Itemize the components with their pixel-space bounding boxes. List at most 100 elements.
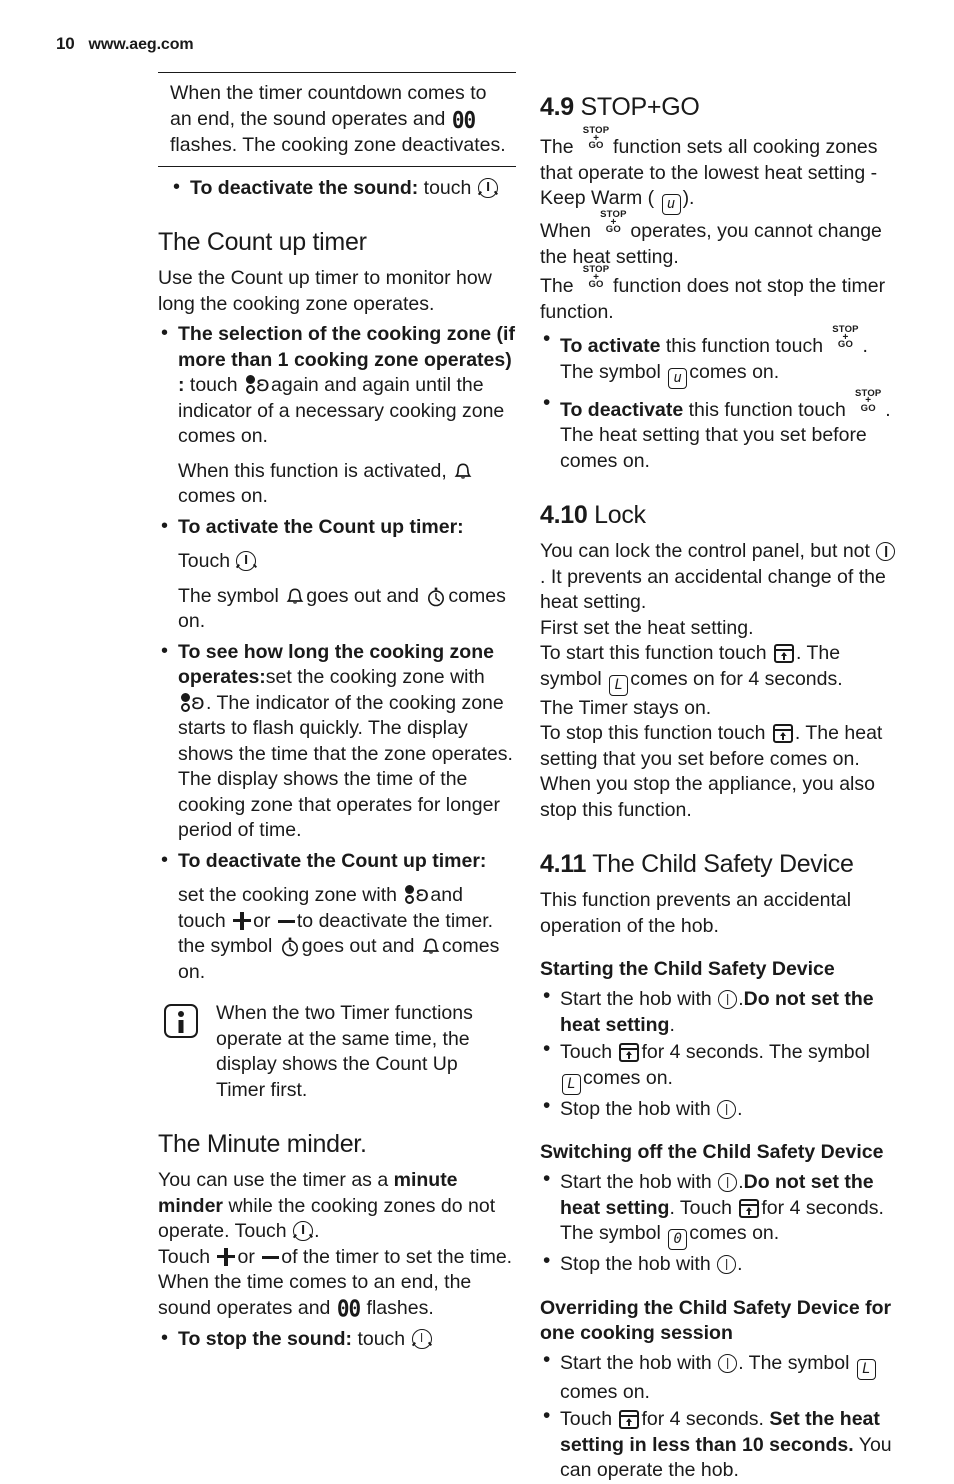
sound-timer-icon [236, 551, 257, 571]
bullet-subtext: When this function is activated, [178, 459, 447, 482]
lk-text-b: . It prevents an accidental change of th… [540, 565, 886, 614]
stop-go-icon: STOP + GO [582, 264, 610, 290]
lock-key-icon [739, 1198, 760, 1218]
stopgo-paragraph-2: When STOP + GO operates, you cannot change … [540, 210, 898, 270]
list-item: Start the hob with .Do not set the heat … [540, 1166, 898, 1250]
bullet-text: Stop the hob with [560, 1097, 711, 1120]
bullet-text: Start the hob with [560, 988, 712, 1010]
switching-off-child-safety-list: Start the hob with .Do not set the heat … [540, 1166, 898, 1278]
mm-text-a: You can use the timer as a [158, 1169, 389, 1191]
list-item: To deactivate the sound: touch [170, 175, 516, 202]
note-line-1: When the timer countdown comes to [170, 82, 487, 104]
power-on-off-icon [718, 1173, 738, 1192]
child-safety-intro: This function prevents an accidental ope… [540, 889, 852, 937]
bullet-text-2: . The indicator of the cooking zone star… [178, 691, 513, 842]
mm2-text-a: Touch [158, 1245, 211, 1268]
bullet-text: Touch [178, 550, 231, 572]
display-L-icon: L [856, 1358, 876, 1380]
minus-icon [277, 914, 295, 928]
deactivate-sound-list: To deactivate the sound: touch [170, 175, 516, 202]
lock-key-icon [772, 724, 793, 743]
mm2-text-c: of the timer to set the time. When the t… [158, 1245, 513, 1319]
bullet-text-2: . [737, 1253, 743, 1275]
bullet-text-2: The symbol [178, 584, 279, 607]
sg2-text-a: When [540, 220, 591, 242]
bullet-text-3: comes on. [583, 1066, 673, 1089]
lock-paragraph-1: You can lock the control panel, but not … [540, 539, 898, 616]
bullet-text: set the cooking zone with [265, 666, 485, 688]
bullet-text-2: . [885, 398, 891, 421]
bullet-subtext-2: comes on. [178, 485, 268, 507]
plus-icon [217, 1247, 236, 1266]
bullet-label: To deactivate [560, 398, 684, 421]
bullet-text-3: or [253, 909, 271, 932]
bullet-text: Touch [560, 1408, 613, 1430]
display-u-icon: u [668, 367, 688, 389]
bullet-text-2: . [862, 335, 868, 357]
bullet-text-4: comes on. [689, 360, 780, 383]
section-title: The Child Safety Device [592, 850, 854, 878]
display-u-icon: u [661, 194, 681, 215]
mm2-text-b: or [237, 1245, 255, 1268]
left-column: When the timer countdown comes to an end… [158, 72, 516, 1353]
bullet-text: this function touch [688, 398, 846, 421]
stop-go-icon: STOP + GO [582, 125, 610, 151]
lock-paragraph-2: First set the heat setting. [540, 616, 754, 639]
lock-paragraph-4: The Timer stays on. [540, 696, 712, 719]
bullet-text: touch [423, 176, 472, 199]
bullet-text-2: . [669, 1013, 675, 1036]
list-item: Start the hob with .Do not set the heat … [540, 983, 898, 1038]
section-number: 4.10 [540, 501, 588, 529]
lock-key-icon [773, 644, 794, 663]
bullet-text-5: goes out and [301, 935, 415, 957]
bullet-text-3: The heat setting that you set before com… [560, 424, 867, 472]
display-0-icon: 0 [668, 1229, 688, 1250]
list-item: Start the hob with . The symbol Lcomes o… [540, 1347, 898, 1406]
bullet-text-4: comes on. [689, 1222, 780, 1244]
bullet-text: Start the hob with [560, 1351, 712, 1374]
section-heading-minute-minder: The Minute minder. [158, 1130, 367, 1158]
count-up-list: The selection of the cooking zone (if mo… [158, 321, 516, 985]
site-url: www.aeg.com [88, 36, 194, 53]
count-up-intro: Use the Count up timer to monitor how lo… [158, 267, 492, 315]
lock-paragraph-3: To start this function touch . The symbo… [540, 641, 898, 696]
section-title: STOP+GO [580, 93, 700, 121]
cooking-zone-select-icon: ʚ [404, 884, 429, 906]
info-callout: When the two Timer functions operate at … [158, 1001, 516, 1103]
bullet-text-3: comes on. [560, 1380, 650, 1403]
stop-go-icon: STOP + GO [854, 387, 882, 414]
page-number: 10 [56, 34, 75, 53]
lk3-text-a: To start this function touch [540, 642, 767, 664]
page-header: 10 www.aeg.com [56, 34, 194, 54]
sg2-text-b: operates, you cannot change the heat set… [540, 220, 882, 268]
list-item: Stop the hob with . [540, 1093, 898, 1123]
subheading-overriding-child-safety: Overriding the Child Safety Device for o… [540, 1296, 892, 1344]
stopgo-paragraph-1: The STOP + GO function sets all cooking zon… [540, 126, 898, 215]
sg-text-a: The [540, 136, 574, 158]
bullet-text-2: . Touch [669, 1196, 732, 1219]
stopgo-list: To activate this function touch STOP+GO.… [540, 325, 898, 474]
power-on-off-icon [717, 1099, 737, 1119]
bullet-text-3: goes out and [306, 584, 419, 607]
subheading-switching-off-child-safety: Switching off the Child Safety Device [540, 1141, 884, 1163]
bullet-text-2: . [737, 1097, 743, 1120]
display-L-icon: L [609, 674, 629, 696]
bullet-label: To deactivate the sound: [190, 176, 419, 199]
power-on-off-icon [718, 990, 738, 1009]
right-column: 4.9 STOP+GO The STOP + GO function sets all… [540, 66, 898, 1484]
bullet-text: set the cooking zone with [178, 884, 397, 906]
list-item: To see how long the cooking zone operate… [158, 639, 516, 844]
timer-note-box: When the timer countdown comes to an end… [158, 72, 516, 167]
bullet-text-2: for 4 seconds. The symbol [641, 1041, 870, 1063]
minus-icon [262, 1250, 280, 1264]
bullet-label: To activate the Count up timer: [178, 515, 464, 538]
stop-go-icon: STOP + GO [600, 209, 627, 235]
sg-text-c: ). [682, 187, 695, 209]
bullet-text-3: The symbol [560, 360, 661, 383]
lk5-text-a: To stop this function touch [540, 722, 766, 744]
stopwatch-icon [280, 936, 300, 957]
minute-minder-list: To stop the sound: touch [158, 1326, 516, 1353]
display-L-icon: L [562, 1073, 581, 1095]
bullet-text-2: for 4 seconds. [641, 1408, 764, 1430]
subheading-starting-child-safety: Starting the Child Safety Device [540, 958, 835, 980]
